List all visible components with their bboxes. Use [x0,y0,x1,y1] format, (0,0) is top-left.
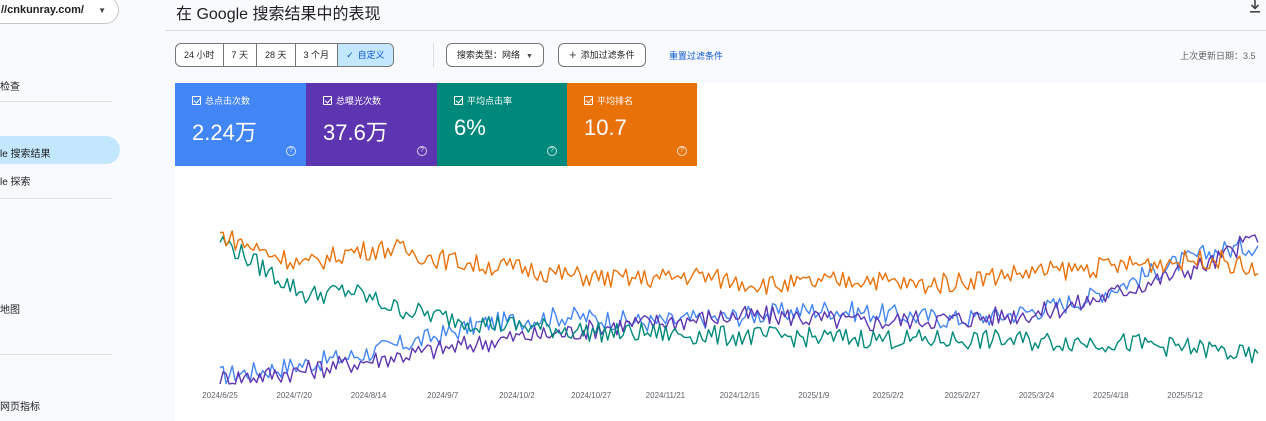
x-tick-label: 2024/9/7 [427,391,459,400]
help-icon[interactable]: ? [547,146,557,156]
x-tick-label: 2024/8/14 [351,391,387,400]
metric-label: 总曝光次数 [336,96,382,106]
chart-x-axis: 2024/6/25 2024/7/20 2024/8/14 2024/9/7 2024/… [202,391,1203,400]
range-custom-label: 自定义 [357,50,385,60]
x-tick-label: 2025/2/27 [945,391,981,400]
help-icon[interactable]: ? [286,146,296,156]
range-24h-button[interactable]: 24 小时 [176,44,224,66]
sidebar-divider [0,198,112,199]
x-tick-label: 2025/1/9 [798,391,830,400]
sidebar-item-label: 地图 [0,305,20,316]
sidebar-item-sitemaps[interactable]: 地图 [0,301,20,316]
reset-filters-link[interactable]: 重置过滤条件 [669,49,723,62]
sidebar-item-core-web-vitals[interactable]: 网页指标 [0,398,40,413]
metric-value: 37.6万 [323,120,388,145]
checkbox-checked-icon [454,96,463,105]
header-divider [165,30,1266,31]
x-tick-label: 2024/11/21 [646,391,686,400]
series-position [219,230,1259,295]
metric-value: 2.24万 [192,120,257,145]
x-tick-label: 2024/6/25 [202,391,238,400]
range-3m-button[interactable]: 3 个月 [296,44,339,66]
x-tick-label: 2024/7/20 [276,391,312,400]
metric-label: 平均排名 [597,96,634,106]
range-custom-button[interactable]: ✓ 自定义 [338,44,393,66]
metric-label: 平均点击率 [467,96,513,106]
check-icon: ✓ [346,50,354,60]
metric-label-row: 平均点击率 [454,94,567,107]
page-title: 在 Google 搜索结果中的表现 [176,6,381,23]
chart-series-layer [219,230,1259,385]
sidebar-item-search-results[interactable]: le 搜索结果 [0,145,51,160]
search-type-label: 搜索类型：网络 [457,50,521,60]
sidebar-item-label: le 探索 [0,177,31,188]
sidebar-item-label: 网页指标 [0,402,40,413]
search-console-app: //cnkunray.com/ ▼ 检查 le 搜索结果 le 探索 地图 网页… [0,0,1266,421]
metric-label: 总点击次数 [205,96,251,106]
metric-label-row: 总曝光次数 [323,94,437,107]
metric-value: 6% [454,115,486,140]
x-tick-label: 2025/2/2 [873,391,905,400]
sidebar-divider [0,101,112,102]
metric-label-row: 平均排名 [584,94,697,107]
property-selector[interactable]: //cnkunray.com/ ▼ [0,0,119,24]
performance-card: 总点击次数 2.24万 ? 总曝光次数 37.6万 ? 平均点击率 6% ? 平… [175,83,1266,421]
sidebar-divider [0,354,112,355]
metric-average-position[interactable]: 平均排名 10.7 ? [567,83,697,166]
checkbox-checked-icon [192,96,201,105]
metric-label-row: 总点击次数 [192,94,306,107]
filter-divider [433,43,434,67]
help-icon[interactable]: ? [417,146,427,156]
last-update-text: 上次更新日期：3.5 [1180,51,1256,61]
x-tick-label: 2025/5/12 [1167,391,1203,400]
x-tick-label: 2025/3/24 [1019,391,1055,400]
x-tick-label: 2025/4/18 [1093,391,1129,400]
range-28d-button[interactable]: 28 天 [257,44,296,66]
add-filter-button[interactable]: + 添加过滤条件 [558,43,646,67]
range-7d-button[interactable]: 7 天 [224,44,258,66]
x-tick-label: 2024/10/27 [571,391,612,400]
performance-chart: 2024/6/25 2024/7/20 2024/8/14 2024/9/7 2024/… [202,230,1259,400]
metric-value: 10.7 [584,115,627,140]
checkbox-checked-icon [584,96,593,105]
metric-average-ctr[interactable]: 平均点击率 6% ? [437,83,567,166]
chevron-down-icon: ▼ [98,6,106,15]
checkbox-checked-icon [323,96,332,105]
download-icon[interactable] [1249,0,1261,14]
add-filter-label: 添加过滤条件 [580,50,635,60]
date-range-selector: 24 小时 7 天 28 天 3 个月 ✓ 自定义 [175,43,394,67]
sidebar: //cnkunray.com/ ▼ 检查 le 搜索结果 le 探索 地图 网页… [0,0,132,421]
sidebar-item-label: le 搜索结果 [0,149,51,160]
metric-total-impressions[interactable]: 总曝光次数 37.6万 ? [306,83,437,166]
search-type-dropdown[interactable]: 搜索类型：网络 ▼ [446,43,544,67]
chevron-down-icon: ▼ [526,53,533,60]
x-tick-label: 2024/12/15 [720,391,761,400]
x-tick-label: 2024/10/2 [499,391,535,400]
metric-total-clicks[interactable]: 总点击次数 2.24万 ? [175,83,306,166]
sidebar-item-inspection[interactable]: 检查 [0,78,20,93]
property-label: //cnkunray.com/ [1,4,84,16]
sidebar-item-discover[interactable]: le 探索 [0,173,31,188]
sidebar-item-label: 检查 [0,82,20,93]
help-icon[interactable]: ? [677,146,687,156]
plus-icon: + [569,47,577,62]
series-ctr [219,235,1259,364]
